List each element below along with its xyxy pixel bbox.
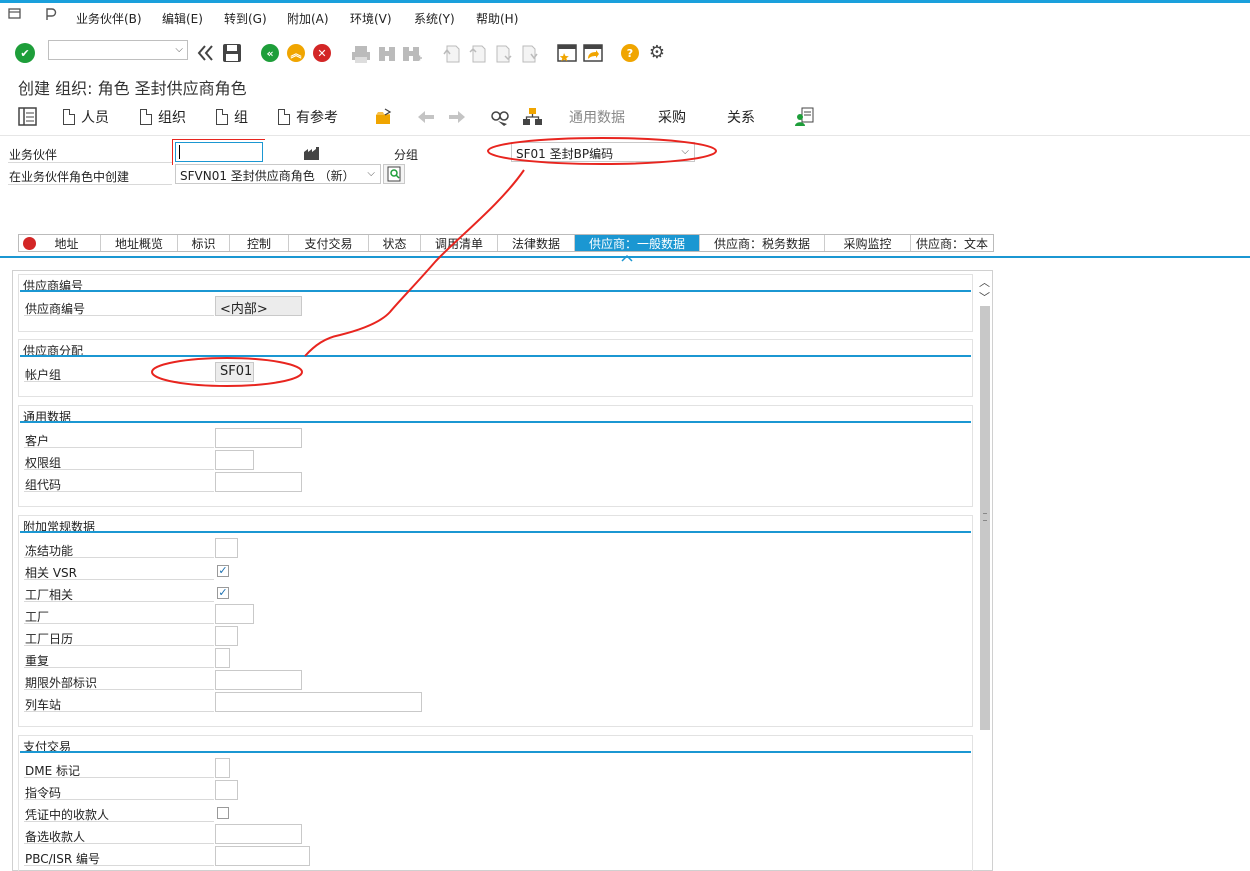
annotation-connector-line xyxy=(304,169,525,357)
annotation-ellipse-grouping xyxy=(487,137,717,165)
annotation-overlay xyxy=(151,137,717,387)
annotation-ellipse-account-group xyxy=(151,357,303,387)
